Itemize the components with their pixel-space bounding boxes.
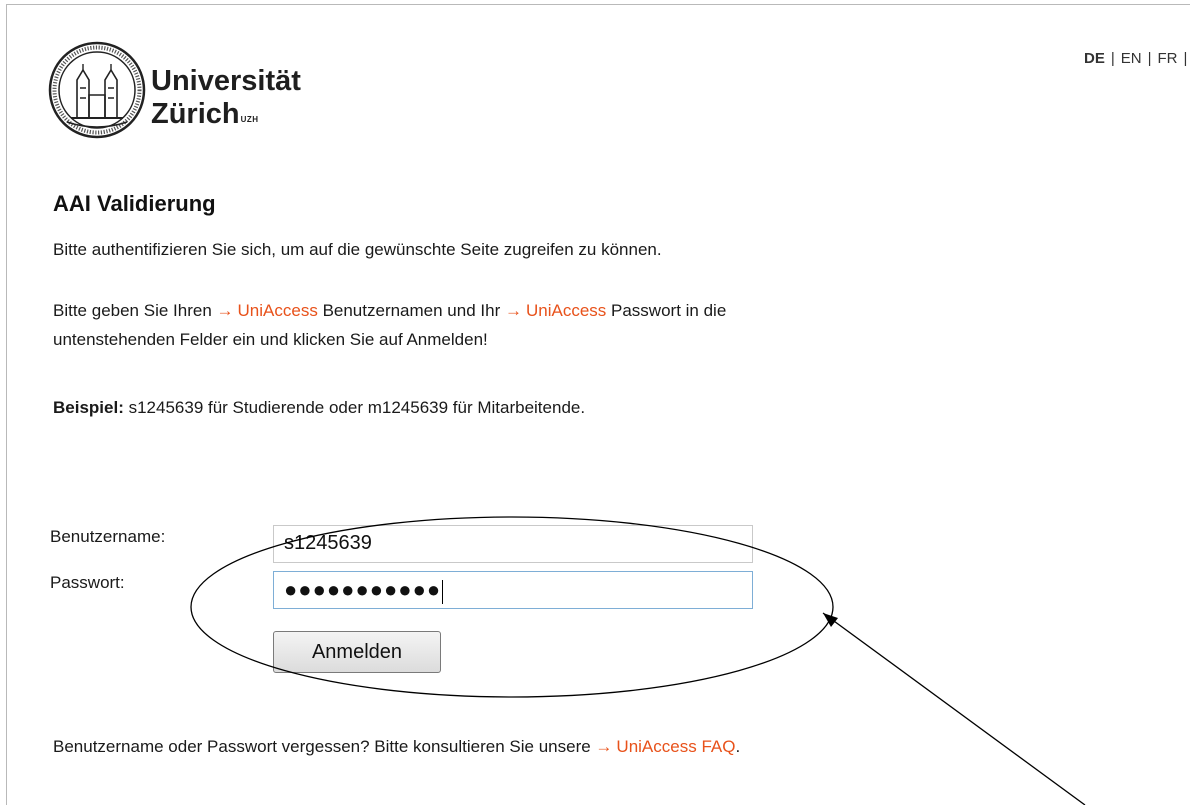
university-name: Universität ZürichUZH [151,65,301,131]
right-arrow-icon: → [595,737,613,756]
language-switcher: DE|EN|FR|IT [1084,50,1190,67]
forgot-end: . [735,737,741,756]
password-mask: ●●●●●●●●●●● [284,577,442,602]
example-label: Beispiel: [53,398,124,417]
instr-part2: Benutzernamen und Ihr [322,301,501,320]
forgot-label: Benutzername oder Passwort vergessen? Bi… [53,737,591,756]
lang-separator: | [1110,50,1115,67]
instr-line2: untenstehenden Felder ein und klicken Si… [53,330,488,349]
login-button[interactable]: Anmelden [273,631,441,673]
text-caret [442,579,444,604]
lang-de[interactable]: DE [1084,50,1105,67]
instructions: Bitte geben Sie Ihren → UniAccess Benutze… [53,296,726,354]
instr-part1: Bitte geben Sie Ihren [53,301,212,320]
right-arrow-icon: → [504,301,522,320]
forgot-text: Benutzername oder Passwort vergessen? Bi… [53,732,740,761]
example-value: s1245639 für Studierende oder m1245639 f… [128,398,586,417]
university-line1: Universität [151,65,301,97]
username-value: s1245639 [284,532,372,554]
lang-fr[interactable]: FR [1158,50,1178,67]
lang-separator: | [1183,50,1188,67]
password-label: Passwort: [50,573,125,592]
example-text: Beispiel: s1245639 für Studierende oder … [53,393,585,422]
uniaccess-link-1[interactable]: UniAccess [238,301,318,320]
page-title: AAI Validierung [53,191,216,216]
university-line2: Zürich [151,98,240,130]
uniaccess-faq-link[interactable]: UniAccess FAQ [616,737,735,756]
uniaccess-link-2[interactable]: UniAccess [526,301,606,320]
lang-separator: | [1147,50,1152,67]
intro-text: Bitte authentifizieren Sie sich, um auf … [53,240,662,259]
username-label: Benutzername: [50,527,166,546]
lang-en[interactable]: EN [1121,50,1142,67]
right-arrow-icon: → [216,301,234,320]
password-input[interactable]: ●●●●●●●●●●● [273,571,753,609]
uzh-mark: UZH [240,115,259,124]
instr-part3: Passwort in die [611,301,727,320]
uzh-seal-logo [48,41,146,139]
username-input[interactable]: s1245639 [273,525,753,563]
